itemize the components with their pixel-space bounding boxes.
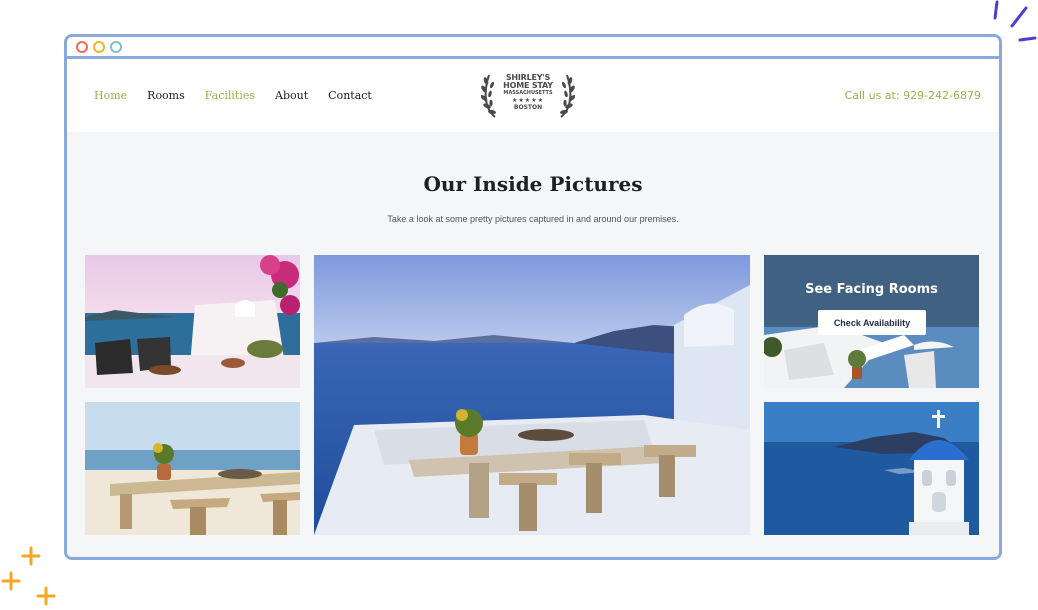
main-nav: Home Rooms Facilities About Contact [94, 89, 372, 102]
nav-item-rooms[interactable]: Rooms [147, 89, 185, 102]
plus-decoration-icon [1, 546, 56, 606]
laurel-right-icon [560, 74, 575, 118]
maximize-window-icon[interactable] [110, 40, 122, 53]
check-availability-button[interactable]: Check Availability [818, 310, 926, 335]
section-subtitle: Take a look at some pretty pictures capt… [387, 214, 679, 224]
card-title: See Facing Rooms [805, 282, 938, 297]
phone-contact[interactable]: Call us at: 929-242-6879 [845, 89, 981, 102]
terrace-image [85, 255, 300, 388]
facing-rooms-card[interactable]: See Facing Rooms Check Availability [764, 255, 979, 388]
nav-item-contact[interactable]: Contact [328, 89, 372, 102]
browser-window: Home Rooms Facilities About Contact SHIR… [64, 34, 1002, 560]
minimize-window-icon[interactable] [93, 40, 105, 53]
table-image [85, 402, 300, 535]
site-header: Home Rooms Facilities About Contact SHIR… [67, 59, 999, 132]
gallery-photo-table[interactable] [85, 402, 300, 535]
close-window-icon[interactable] [76, 40, 88, 53]
gallery-section: Our Inside Pictures Take a look at some … [67, 132, 999, 557]
site-logo[interactable]: SHIRLEY'S HOME STAY MASSACHUSETTS ★★★★★ … [479, 69, 577, 121]
nav-item-about[interactable]: About [275, 89, 308, 102]
gallery-photo-terrace[interactable] [85, 255, 300, 388]
gallery-photo-caldera[interactable] [314, 255, 750, 535]
section-title: Our Inside Pictures [423, 172, 643, 196]
nav-item-home[interactable]: Home [94, 89, 127, 102]
church-image [764, 402, 979, 535]
browser-titlebar [67, 37, 999, 59]
nav-item-facilities[interactable]: Facilities [205, 89, 255, 102]
caldera-image [314, 255, 750, 535]
gallery-photo-church[interactable] [764, 402, 979, 535]
